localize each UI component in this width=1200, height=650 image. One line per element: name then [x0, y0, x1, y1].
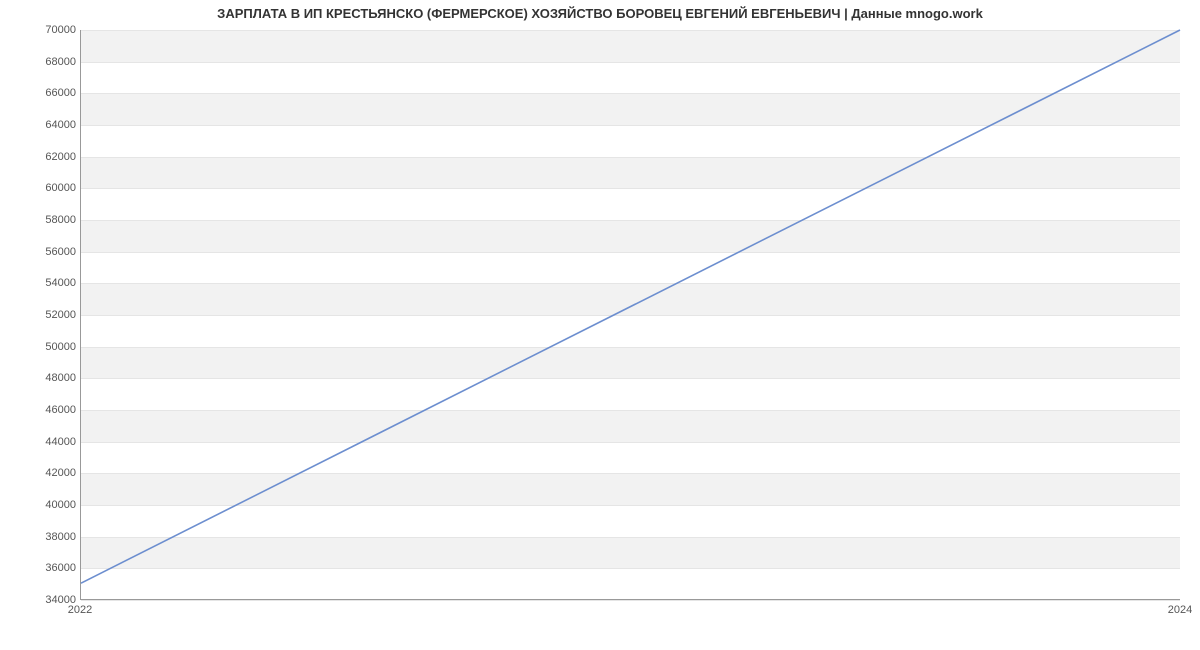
y-tick-label: 56000 [26, 246, 76, 258]
y-tick-label: 68000 [26, 56, 76, 68]
y-tick-label: 40000 [26, 499, 76, 511]
y-tick-label: 44000 [26, 436, 76, 448]
y-tick-label: 36000 [26, 562, 76, 574]
x-tick-label: 2022 [68, 604, 92, 616]
y-tick-label: 50000 [26, 341, 76, 353]
y-tick-label: 60000 [26, 182, 76, 194]
y-tick-label: 46000 [26, 404, 76, 416]
y-tick-label: 70000 [26, 24, 76, 36]
y-tick-label: 64000 [26, 119, 76, 131]
y-tick-label: 48000 [26, 372, 76, 384]
y-tick-label: 42000 [26, 467, 76, 479]
y-tick-label: 66000 [26, 87, 76, 99]
y-tick-label: 38000 [26, 531, 76, 543]
chart-title: ЗАРПЛАТА В ИП КРЕСТЬЯНСКО (ФЕРМЕРСКОЕ) Х… [0, 6, 1200, 21]
x-tick-label: 2024 [1168, 604, 1192, 616]
plot-area [80, 30, 1180, 600]
y-tick-label: 62000 [26, 151, 76, 163]
salary-line-chart: ЗАРПЛАТА В ИП КРЕСТЬЯНСКО (ФЕРМЕРСКОЕ) Х… [0, 0, 1200, 650]
salary-line [81, 30, 1180, 583]
y-tick-label: 52000 [26, 309, 76, 321]
y-tick-label: 58000 [26, 214, 76, 226]
y-gridline [81, 600, 1180, 601]
line-layer [81, 30, 1180, 599]
y-tick-label: 54000 [26, 277, 76, 289]
